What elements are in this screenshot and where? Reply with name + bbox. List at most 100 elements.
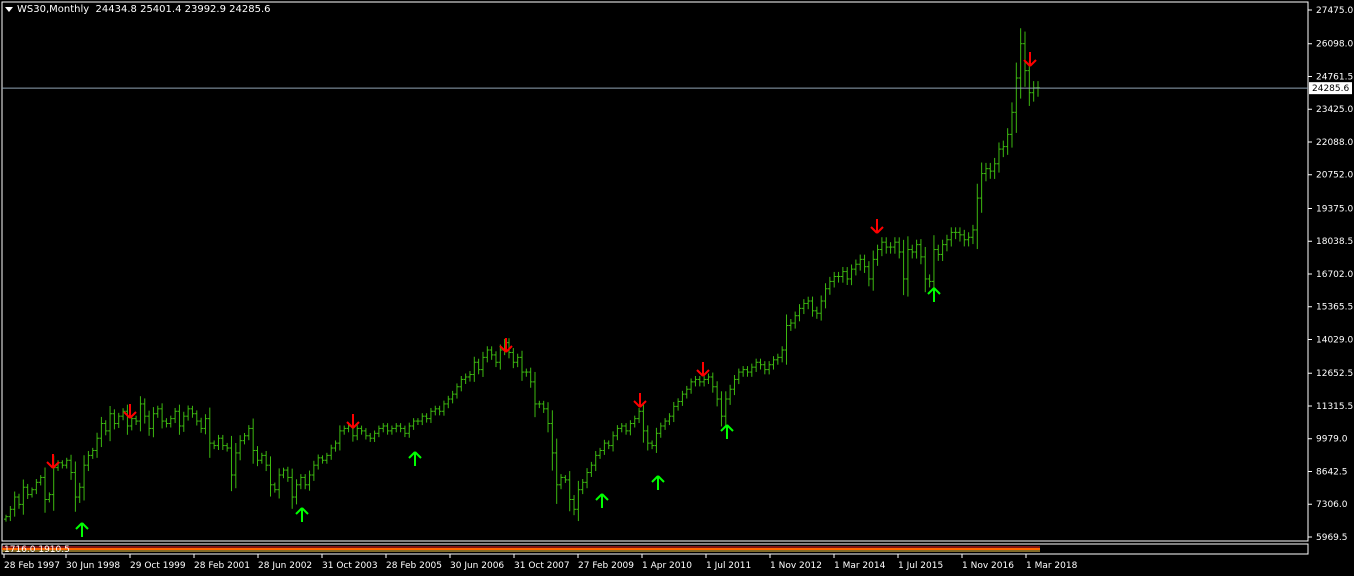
price-bar: [905, 236, 910, 297]
price-bar: [1036, 81, 1040, 97]
price-bar: [337, 425, 342, 451]
price-bar: [836, 271, 841, 283]
price-bar: [459, 375, 464, 392]
price-bar: [559, 474, 564, 490]
x-tick-label: 27 Feb 2009: [578, 561, 634, 571]
price-bar: [723, 391, 728, 427]
price-bar: [303, 474, 308, 490]
price-bar: [372, 430, 377, 442]
price-bar: [363, 428, 368, 440]
up-arrow-icon: [595, 493, 609, 508]
price-bar: [238, 435, 243, 461]
price-bar: [246, 425, 251, 441]
price-bar: [229, 435, 234, 492]
price-bar: [355, 425, 360, 441]
price-bar: [693, 375, 698, 387]
price-bar: [411, 418, 416, 430]
price-bar: [116, 412, 121, 428]
price-bar: [554, 438, 559, 504]
price-bar: [428, 407, 433, 424]
price-bar: [602, 439, 607, 455]
down-arrow-icon: [46, 454, 60, 469]
price-bar: [923, 246, 928, 293]
price-bar: [810, 296, 815, 317]
price-bar: [441, 400, 446, 416]
price-bar: [112, 409, 117, 430]
price-bar: [832, 271, 837, 288]
price-bar: [793, 311, 798, 329]
price-bar: [307, 470, 312, 491]
price-bar: [121, 408, 126, 421]
price-bar: [173, 407, 178, 424]
price-bar: [151, 407, 156, 438]
current-price-label: 24285.6: [1312, 84, 1349, 94]
price-bar: [962, 229, 967, 247]
price-bar: [745, 366, 750, 377]
up-arrow-icon: [295, 507, 309, 522]
y-tick-label: 8642.5: [1316, 467, 1348, 477]
price-bar: [524, 368, 529, 377]
price-bar: [389, 425, 394, 435]
price-bar: [654, 427, 659, 453]
x-tick-label: 1 Jul 2015: [898, 561, 943, 571]
x-tick-label: 30 Jun 1998: [66, 561, 120, 571]
price-bar: [454, 383, 459, 399]
price-chart[interactable]: WS30,Monthly 24434.8 25401.4 23992.9 242…: [0, 0, 1354, 576]
price-bar: [511, 348, 516, 369]
up-arrow-icon: [927, 287, 941, 302]
price-bar: [879, 237, 884, 257]
price-bar: [918, 239, 923, 265]
y-tick-label: 22088.0: [1316, 138, 1353, 148]
y-tick-label: 15365.5: [1316, 303, 1353, 313]
indicator-label: 1716.0 1910.5: [4, 545, 70, 555]
price-bar: [528, 367, 533, 388]
x-tick-label: 1 Mar 2018: [1026, 561, 1078, 571]
price-bar: [840, 266, 845, 283]
down-arrow-icon: [870, 219, 884, 234]
price-bar: [47, 492, 52, 503]
price-bar: [134, 415, 139, 426]
x-tick-label: 28 Feb 1997: [4, 561, 60, 571]
y-tick-label: 20752.0: [1316, 171, 1353, 181]
y-tick-label: 27475.0: [1316, 6, 1353, 16]
price-bar: [533, 371, 538, 418]
price-bar: [953, 227, 958, 240]
price-bar: [1001, 140, 1006, 158]
price-bar: [216, 434, 221, 450]
x-tick-label: 1 Mar 2014: [834, 561, 886, 571]
price-bar: [949, 227, 954, 247]
price-bar: [585, 468, 590, 489]
chart-canvas[interactable]: 27475.0 26098.0 24761.5 23425.0 22088.0 20752…: [0, 0, 1354, 576]
price-bar: [957, 227, 962, 242]
price-bar: [541, 400, 546, 413]
price-bar: [983, 162, 988, 182]
price-bar: [333, 440, 338, 452]
up-arrow-icon: [75, 522, 89, 537]
price-bar: [1005, 128, 1010, 155]
price-bar: [520, 350, 524, 381]
price-bar: [90, 447, 95, 459]
price-bar: [225, 442, 230, 452]
price-bar: [884, 237, 889, 254]
price-bar: [1009, 102, 1014, 148]
y-tick-label: 18038.5: [1316, 237, 1353, 247]
price-bar: [368, 433, 373, 442]
price-bar: [398, 423, 403, 433]
price-bar: [866, 261, 871, 287]
price-bar: [546, 402, 551, 433]
price-bar: [294, 479, 299, 505]
y-tick-label: 7306.0: [1316, 500, 1348, 510]
price-bar: [463, 373, 468, 385]
price-bar: [95, 432, 100, 458]
price-bar: [606, 440, 611, 450]
price-bar: [38, 475, 43, 486]
up-arrow-icon: [408, 451, 422, 466]
price-bar: [342, 425, 347, 435]
price-bar: [593, 450, 598, 472]
price-bar: [598, 447, 603, 459]
price-bar: [888, 242, 893, 254]
price-bar: [160, 403, 165, 429]
price-bar: [849, 264, 854, 286]
price-bar: [242, 432, 247, 445]
price-bar: [936, 244, 941, 261]
